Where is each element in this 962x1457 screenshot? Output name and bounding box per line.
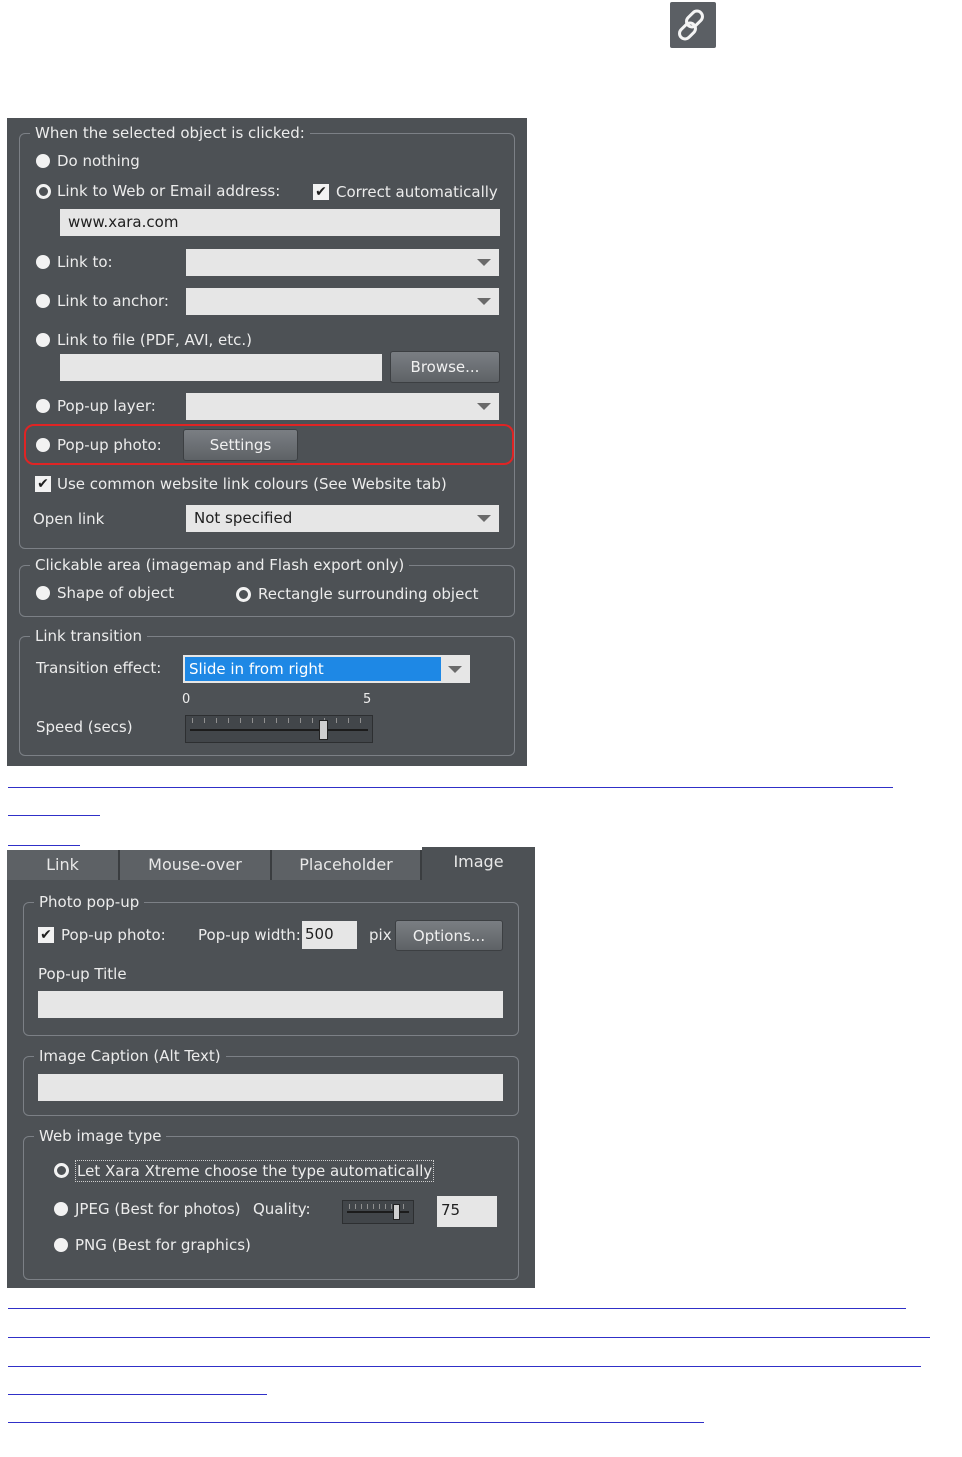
popup-title-input[interactable] (38, 991, 503, 1018)
rectangle-surrounding-radio[interactable] (236, 587, 251, 602)
popup-photo-radio[interactable] (36, 438, 50, 452)
do-nothing-label: Do nothing (57, 152, 140, 170)
quality-slider-thumb[interactable] (393, 1204, 400, 1220)
link-properties-panel: When the selected object is clicked: Do … (7, 118, 527, 766)
image-properties-panel: Link Mouse-over Placeholder Image Photo … (7, 847, 535, 1288)
transition-effect-label: Transition effect: (36, 659, 162, 677)
png-label: PNG (Best for graphics) (75, 1236, 251, 1254)
hyperlink-underline[interactable] (8, 1394, 267, 1395)
quality-label: Quality: (253, 1200, 311, 1218)
settings-button[interactable]: Settings (183, 429, 298, 461)
link-to-anchor-radio[interactable] (36, 294, 50, 308)
browse-button[interactable]: Browse... (390, 351, 500, 383)
popup-title-label: Pop-up Title (38, 965, 127, 983)
jpeg-radio[interactable] (54, 1202, 68, 1216)
open-link-dropdown[interactable]: Not specified (186, 505, 499, 532)
options-button[interactable]: Options... (395, 920, 503, 951)
hyperlink-underline[interactable] (8, 1308, 906, 1309)
hyperlink-underline[interactable] (8, 1366, 921, 1367)
hyperlink-underline[interactable] (8, 1337, 930, 1338)
link-chain-icon[interactable] (670, 2, 716, 48)
link-web-email-radio[interactable] (36, 184, 51, 199)
speed-max-label: 5 (363, 692, 372, 707)
link-to-file-radio[interactable] (36, 333, 50, 347)
rectangle-surrounding-label: Rectangle surrounding object (258, 585, 479, 603)
open-link-label: Open link (33, 510, 105, 528)
link-transition-legend: Link transition (30, 626, 147, 646)
let-xara-choose-radio[interactable] (54, 1163, 69, 1178)
speed-slider[interactable] (185, 715, 373, 743)
popup-width-label: Pop-up width: (198, 926, 301, 944)
web-image-type-legend: Web image type (34, 1126, 167, 1146)
url-input[interactable]: www.xara.com (60, 209, 500, 236)
quality-input[interactable]: 75 (437, 1196, 497, 1227)
use-common-colours-checkbox[interactable]: ✔ (35, 476, 51, 492)
tab-link[interactable]: Link (7, 850, 120, 880)
link-to-label: Link to: (57, 253, 113, 271)
chevron-down-icon (477, 259, 491, 266)
hyperlink-underline[interactable] (8, 1422, 704, 1423)
link-to-dropdown[interactable] (186, 249, 499, 276)
speed-slider-ticks (192, 718, 366, 723)
hyperlink-underline[interactable] (8, 787, 893, 788)
popup-photo-label: Pop-up photo: (57, 436, 162, 454)
link-web-email-label: Link to Web or Email address: (57, 182, 281, 200)
tab-image[interactable]: Image (422, 847, 535, 877)
correct-automatically-checkbox[interactable]: ✔ (313, 184, 329, 200)
use-common-colours-label: Use common website link colours (See Web… (57, 475, 447, 493)
do-nothing-radio[interactable] (36, 154, 50, 168)
popup-width-input[interactable]: 500 (302, 921, 357, 949)
image-caption-legend: Image Caption (Alt Text) (34, 1046, 226, 1066)
chevron-down-icon (477, 298, 491, 305)
hyperlink-underline[interactable] (8, 845, 80, 846)
popup-photo-checkbox[interactable]: ✔ (38, 927, 54, 943)
shape-of-object-radio[interactable] (36, 586, 50, 600)
hyperlink-underline[interactable] (8, 815, 100, 816)
speed-label: Speed (secs) (36, 718, 133, 736)
speed-min-label: 0 (182, 692, 191, 707)
file-path-input[interactable] (60, 354, 382, 381)
link-to-anchor-label: Link to anchor: (57, 292, 169, 310)
quality-slider[interactable] (342, 1200, 414, 1224)
chevron-down-icon (477, 403, 491, 410)
let-xara-choose-label: Let Xara Xtreme choose the type automati… (75, 1160, 435, 1182)
tab-placeholder[interactable]: Placeholder (272, 850, 422, 880)
photo-popup-legend: Photo pop-up (34, 892, 145, 912)
shape-of-object-label: Shape of object (57, 584, 175, 602)
link-to-radio[interactable] (36, 255, 50, 269)
chevron-down-icon (448, 666, 462, 673)
png-radio[interactable] (54, 1238, 68, 1252)
link-to-file-label: Link to file (PDF, AVI, etc.) (57, 331, 253, 349)
open-link-value: Not specified (194, 509, 293, 527)
when-clicked-legend: When the selected object is clicked: (30, 123, 310, 143)
tab-mouse-over[interactable]: Mouse-over (120, 850, 272, 880)
popup-layer-label: Pop-up layer: (57, 397, 156, 415)
image-caption-input[interactable] (38, 1074, 503, 1101)
correct-automatically-label: Correct automatically (336, 183, 498, 201)
popup-layer-radio[interactable] (36, 399, 50, 413)
popup-layer-dropdown[interactable] (186, 393, 499, 420)
popup-photo-label: Pop-up photo: (61, 926, 166, 944)
speed-slider-thumb[interactable] (318, 720, 328, 740)
jpeg-label: JPEG (Best for photos) (75, 1200, 241, 1218)
speed-slider-track (190, 729, 368, 731)
chevron-down-icon (477, 515, 491, 522)
transition-effect-value: Slide in from right (185, 657, 441, 681)
pix-label: pix (369, 926, 392, 944)
transition-effect-dropdown[interactable]: Slide in from right (183, 655, 470, 683)
clickable-area-legend: Clickable area (imagemap and Flash expor… (30, 555, 410, 575)
link-to-anchor-dropdown[interactable] (186, 288, 499, 315)
